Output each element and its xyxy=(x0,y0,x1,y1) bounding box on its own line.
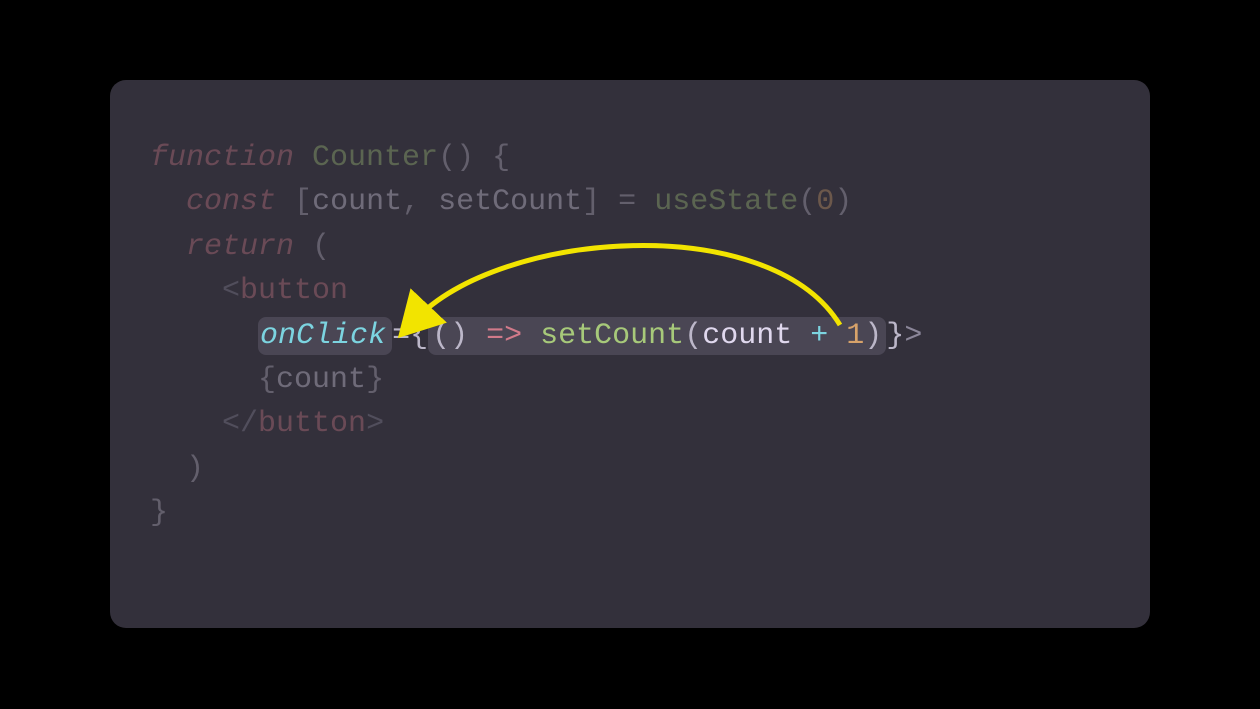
code-panel: function Counter() { const [count, setCo… xyxy=(110,80,1150,628)
keyword-return: return xyxy=(186,230,294,264)
fn-name: Counter xyxy=(312,141,438,175)
keyword-function: function xyxy=(150,141,294,175)
jsx-tag-button-close: button xyxy=(258,407,366,441)
keyword-const: const xyxy=(186,185,276,219)
highlight-onclick-attr: onClick xyxy=(258,317,392,355)
highlight-lambda-body: () => setCount(count + 1) xyxy=(428,317,886,355)
call-setcount: setCount xyxy=(540,319,684,353)
attr-onclick: onClick xyxy=(260,319,386,353)
code-block: function Counter() { const [count, setCo… xyxy=(150,136,1110,536)
jsx-tag-button-open: button xyxy=(240,274,348,308)
